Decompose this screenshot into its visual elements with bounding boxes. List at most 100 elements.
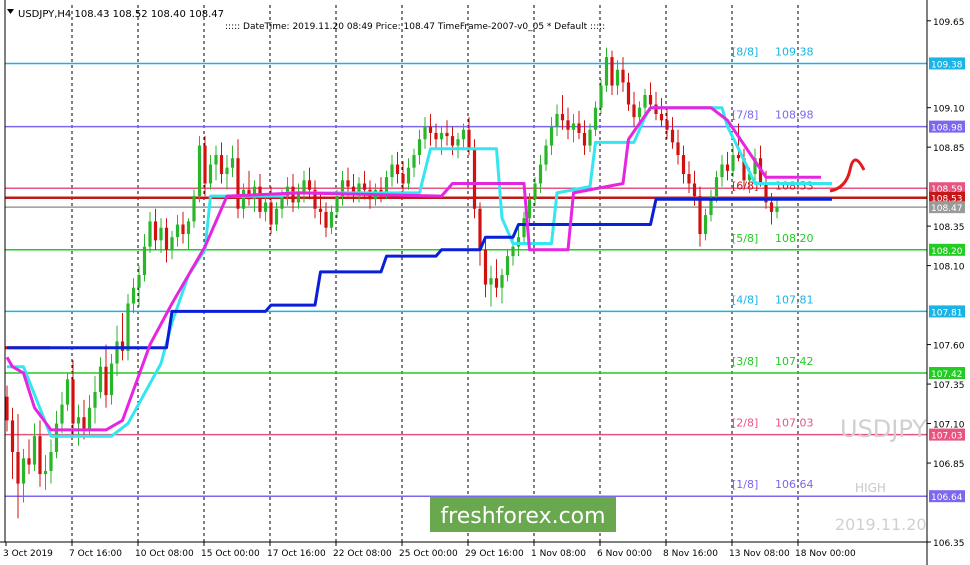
candle-body	[54, 423, 59, 452]
candle-body	[186, 221, 191, 235]
candle-body	[533, 183, 537, 200]
candle-body	[395, 164, 400, 174]
candle-body	[302, 180, 306, 193]
candle-body	[725, 164, 730, 171]
y-tick-label: 108.10	[933, 263, 965, 273]
candle-body	[93, 391, 97, 408]
candle-body	[10, 420, 15, 452]
x-tick-label: 10 Oct 08:00	[135, 549, 194, 559]
x-tick-label: 13 Nov 08:00	[729, 549, 790, 559]
candle-body	[225, 167, 229, 174]
y-tick-label: 107.35	[933, 381, 965, 391]
candle-body	[434, 132, 438, 140]
level-value-label: 107.81	[775, 293, 814, 306]
candle-body	[467, 129, 471, 149]
x-tick-label: 29 Oct 16:00	[465, 549, 524, 559]
candle-body	[698, 196, 702, 235]
price-label-text: 108.98	[931, 124, 963, 134]
candle-body	[329, 211, 334, 228]
level-name: [4/8]	[732, 293, 758, 306]
candle-body	[522, 218, 526, 238]
candle-body	[511, 246, 515, 257]
candle-body	[307, 180, 312, 190]
candle-body	[604, 57, 609, 86]
level-name: [1/8]	[732, 478, 758, 491]
y-tick-label: 106.35	[933, 539, 965, 549]
level-name: [2/8]	[732, 417, 758, 430]
chart-info-line: ::::: DateTime: 2019.11.20 08:49 Price: …	[225, 22, 605, 32]
candle-body	[703, 215, 708, 235]
candle-body	[555, 113, 559, 127]
price-label-text: 106.64	[931, 493, 963, 503]
candle-body	[681, 155, 686, 174]
candle-body	[637, 107, 642, 118]
level-value-label: 108.20	[775, 232, 814, 245]
candle-body	[27, 458, 31, 465]
candle-body	[219, 155, 224, 174]
level-name: [7/8]	[732, 109, 758, 122]
y-tick-label: 107.10	[933, 421, 965, 431]
price-label-text: 107.42	[931, 370, 963, 380]
candle-body	[362, 183, 367, 190]
candle-body	[60, 404, 64, 424]
candle-body	[126, 303, 130, 351]
candle-body	[5, 396, 9, 421]
candle-body	[76, 417, 81, 424]
candle-body	[236, 158, 240, 209]
candle-body	[170, 237, 174, 250]
candle-body	[318, 208, 323, 212]
x-tick-label: 8 Nov 16:00	[663, 549, 718, 559]
candle-body	[269, 202, 273, 225]
candle-body	[439, 132, 444, 140]
level-name: [5/8]	[732, 232, 758, 245]
candle-body	[49, 451, 53, 471]
candle-body	[549, 126, 554, 146]
candle-body	[736, 155, 741, 159]
x-tick-label: 17 Oct 16:00	[267, 549, 326, 559]
candle-body	[274, 208, 279, 225]
candle-body	[516, 237, 521, 247]
candle-body	[203, 145, 207, 184]
price-label-text: 107.81	[931, 308, 963, 318]
candle-body	[527, 199, 532, 219]
candle-body	[659, 113, 664, 121]
x-tick-label: 22 Oct 08:00	[333, 549, 392, 559]
watermark-symbol: USDJPY	[840, 415, 927, 443]
candle-body	[714, 177, 719, 197]
candle-body	[670, 129, 675, 143]
level-value-label: 106.64	[775, 478, 814, 491]
candle-body	[456, 139, 460, 146]
candle-body	[16, 451, 20, 484]
candle-body	[599, 85, 603, 108]
candle-body	[577, 123, 581, 133]
y-tick-label: 109.10	[933, 105, 965, 115]
candle-body	[643, 95, 647, 108]
x-tick-label: 3 Oct 2019	[3, 549, 53, 559]
candle-body	[98, 366, 103, 392]
candle-body	[258, 186, 262, 212]
chart[interactable]: [8/8] 109.38[7/8] 108.98[6/8] 108.53[5/8] 10…	[0, 0, 970, 565]
y-tick-label: 108.35	[933, 223, 965, 233]
candle-body	[450, 136, 455, 146]
candle-body	[208, 164, 213, 184]
candle-body	[346, 180, 350, 187]
chart-symbol-line: USDJPY,H4 108.43 108.52 108.40 108.47	[18, 9, 224, 20]
candle-body	[38, 436, 42, 475]
x-tick-label: 15 Oct 00:00	[201, 549, 260, 559]
candle-body	[192, 196, 196, 222]
candle-body	[412, 155, 416, 168]
candle-body	[21, 458, 26, 484]
candle-body	[731, 155, 735, 171]
candle-body	[494, 278, 499, 288]
brand-text: freshforex.com	[440, 504, 605, 529]
candle-body	[175, 224, 180, 238]
price-label-text: 108.20	[931, 247, 963, 257]
candle-body	[593, 107, 598, 130]
candle-body	[263, 202, 268, 212]
candle-body	[615, 69, 620, 86]
candle-body	[280, 196, 284, 209]
candle-body	[401, 173, 405, 184]
level-name: [8/8]	[732, 45, 758, 58]
candle-body	[197, 145, 202, 197]
price-label-text: 108.47	[931, 204, 963, 214]
